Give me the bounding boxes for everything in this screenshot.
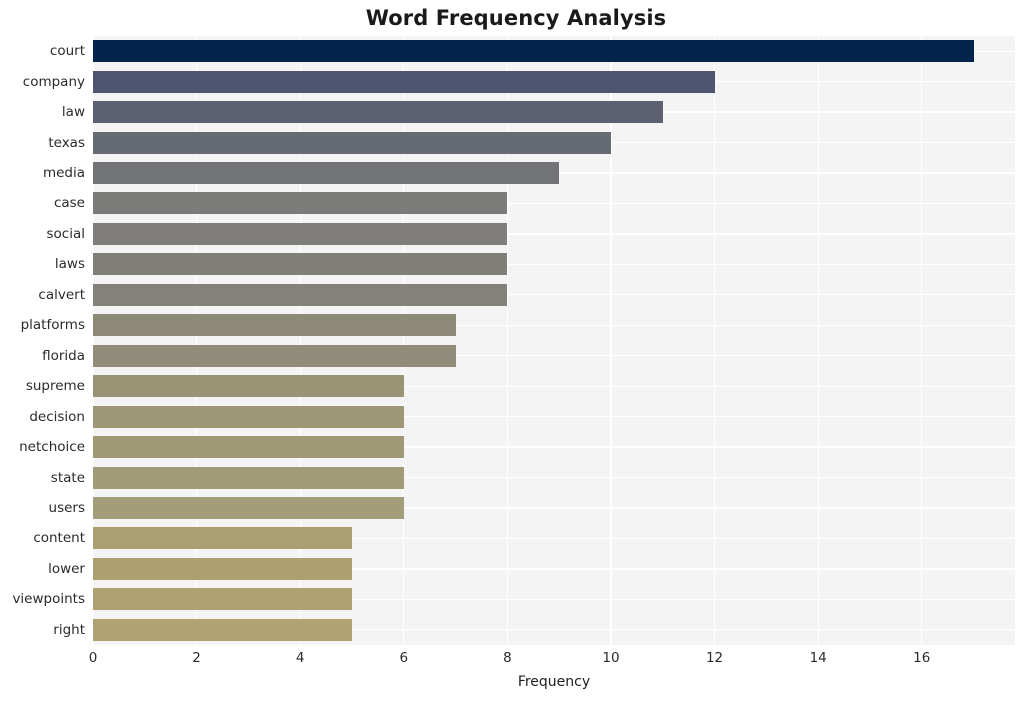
y-tick-label-texas: texas	[48, 134, 85, 151]
y-tick-label-company: company	[22, 73, 85, 90]
x-tick-label-10: 10	[602, 650, 620, 666]
y-tick-label-court: court	[49, 43, 85, 60]
plot-area	[93, 36, 1015, 645]
bar-state	[93, 466, 404, 489]
y-tick-label-supreme: supreme	[25, 378, 85, 395]
x-tick-label-16: 16	[913, 650, 931, 666]
bar-laws	[93, 253, 508, 276]
bar-florida	[93, 344, 456, 367]
y-tick-label-florida: florida	[42, 347, 85, 364]
gridline-vertical-2	[195, 36, 198, 645]
y-tick-label-lower: lower	[48, 560, 85, 577]
y-tick-label-social: social	[46, 225, 86, 242]
y-tick-label-platforms: platforms	[20, 317, 85, 334]
y-tick-label-laws: laws	[54, 256, 85, 273]
y-tick-label-law: law	[61, 104, 85, 121]
y-tick-label-state: state	[50, 469, 85, 486]
gridline-vertical-10	[610, 36, 612, 645]
gridline-vertical-6	[403, 36, 405, 645]
x-tick-label-14: 14	[809, 650, 827, 666]
y-tick-label-calvert: calvert	[38, 286, 85, 303]
y-tick-label-users: users	[48, 499, 85, 516]
y-tick-label-netchoice: netchoice	[19, 439, 85, 456]
y-tick-label-case: case	[53, 195, 85, 212]
gridline-vertical-14	[817, 36, 819, 645]
x-tick-label-4: 4	[295, 650, 305, 666]
bar-calvert	[93, 283, 508, 306]
x-axis-title: Frequency	[517, 674, 591, 690]
bar-media	[93, 162, 560, 185]
y-tick-label-content: content	[33, 530, 85, 547]
gridline-vertical-0	[93, 36, 94, 645]
bar-users	[93, 496, 404, 519]
y-tick-label-decision: decision	[29, 408, 85, 425]
bar-company	[93, 70, 715, 93]
x-tick-label-8: 8	[503, 650, 512, 666]
bar-court	[93, 40, 974, 63]
bar-social	[93, 222, 508, 245]
gridline-vertical-8	[506, 36, 509, 645]
bar-content	[93, 527, 352, 550]
bar-case	[93, 192, 508, 215]
bar-netchoice	[93, 436, 404, 459]
bar-lower	[93, 557, 352, 580]
bar-viewpoints	[93, 588, 352, 611]
gridline-vertical-4	[299, 36, 301, 645]
x-tick-label-2: 2	[192, 650, 201, 666]
x-tick-label-12: 12	[705, 650, 724, 666]
gridline-vertical-12	[713, 36, 716, 645]
x-tick-label-6: 6	[399, 650, 409, 666]
bar-law	[93, 101, 663, 124]
y-tick-label-media: media	[42, 165, 85, 182]
bar-texas	[93, 131, 611, 154]
x-tick-label-0: 0	[88, 650, 98, 666]
y-tick-label-right: right	[53, 621, 85, 638]
bar-decision	[93, 405, 404, 428]
chart-title: Word Frequency Analysis	[365, 6, 667, 30]
y-tick-label-viewpoints: viewpoints	[12, 591, 85, 608]
word-frequency-chart-figure: Word Frequency Analysis court company law t…	[0, 0, 1032, 701]
bar-platforms	[93, 314, 456, 337]
bar-right	[93, 618, 352, 641]
gridline-vertical-16	[921, 36, 923, 645]
bar-supreme	[93, 375, 404, 398]
